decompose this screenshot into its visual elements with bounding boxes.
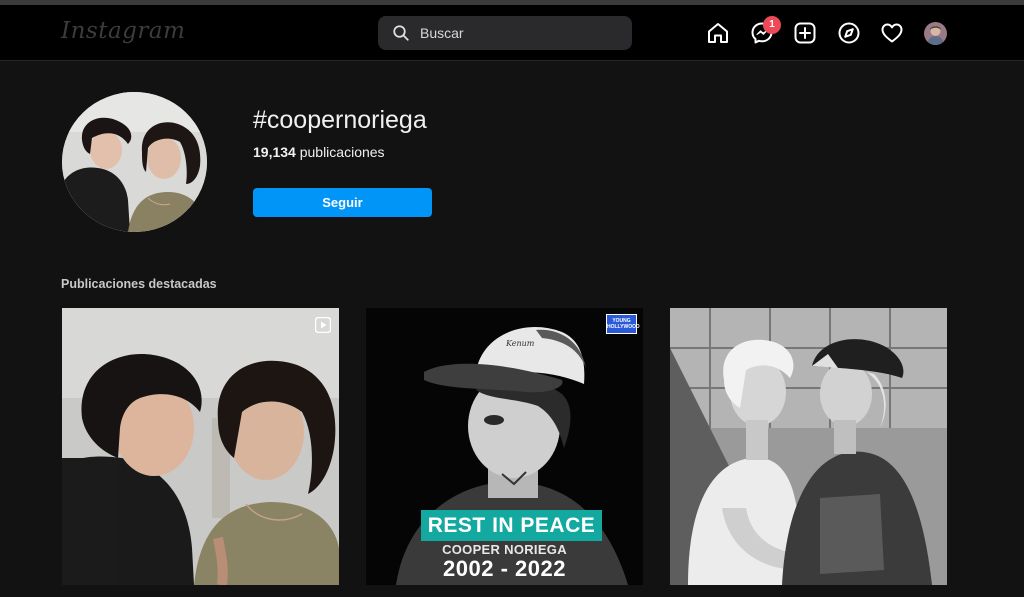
search-input[interactable]: Buscar: [378, 16, 632, 50]
activity-heart-icon[interactable]: [880, 21, 904, 45]
top-navbar: Instagram Buscar 1: [0, 5, 1024, 61]
young-hollywood-logo: YOUNG HOLLYWOOD: [606, 314, 640, 334]
featured-posts-heading: Publicaciones destacadas: [61, 277, 217, 291]
new-post-icon[interactable]: [793, 21, 817, 45]
search-icon: [393, 25, 409, 41]
rip-name: COOPER NORIEGA: [442, 542, 567, 557]
hashtag-profile-image: [62, 92, 207, 232]
featured-post-1[interactable]: [62, 308, 339, 585]
rip-years: 2002 - 2022: [443, 556, 566, 581]
explore-icon[interactable]: [837, 21, 861, 45]
search-placeholder: Buscar: [420, 25, 464, 41]
video-play-icon: [315, 317, 331, 333]
svg-text:Kenum: Kenum: [505, 339, 535, 348]
post-count: 19,134 publicaciones: [253, 144, 385, 160]
messenger-badge: 1: [763, 16, 781, 34]
instagram-logo[interactable]: Instagram: [61, 18, 185, 44]
profile-avatar[interactable]: [924, 22, 947, 45]
rip-headline: REST IN PEACE: [421, 510, 602, 541]
post-count-number: 19,134: [253, 144, 296, 160]
home-icon[interactable]: [706, 21, 730, 45]
hashtag-title: #coopernoriega: [253, 106, 427, 134]
follow-button[interactable]: Seguir: [253, 188, 432, 217]
featured-post-3[interactable]: [670, 308, 947, 585]
post-count-label: publicaciones: [295, 144, 385, 160]
featured-post-2[interactable]: Kenum YOUNG HOLLYWOOD REST IN PEACE COOP…: [366, 308, 643, 585]
